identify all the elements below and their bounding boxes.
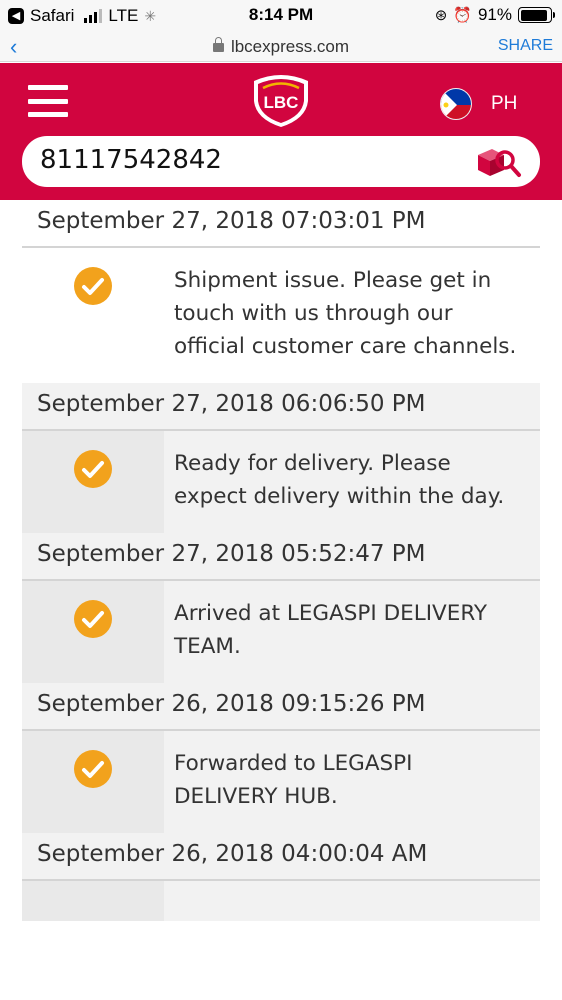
timeline-date: September 27, 2018 06:06:50 PM <box>22 383 540 431</box>
status-icon-cell <box>22 581 164 683</box>
track-package-icon[interactable] <box>474 145 522 179</box>
lbc-logo[interactable]: LBC <box>248 71 314 129</box>
timeline-entry: Ready for delivery. Please expect delive… <box>22 431 540 533</box>
timeline-entry: Shipment issue. Please get in touch with… <box>22 248 540 383</box>
status-icon-cell <box>22 248 164 383</box>
country-code[interactable]: PH <box>491 93 517 115</box>
address-bar: ‹ lbcexpress.com SHARE <box>0 32 562 62</box>
rotation-lock-icon: ⊛ <box>434 7 448 24</box>
logo-text: LBC <box>264 93 299 112</box>
timeline-status-text: Arrived at LEGASPI DELIVERY TEAM. <box>174 601 488 659</box>
timeline-status-text: Ready for delivery. Please expect delive… <box>174 451 505 509</box>
timeline-entry: Arrived at LEGASPI DELIVERY TEAM. <box>22 581 540 683</box>
url-text: lbcexpress.com <box>230 37 350 56</box>
battery-icon <box>518 7 555 23</box>
status-bar-right: ⊛ ⏰ 91% <box>434 5 555 25</box>
battery-percent: 91% <box>477 5 512 24</box>
tracking-number-input[interactable] <box>40 145 460 175</box>
timeline-date: September 26, 2018 04:00:04 AM <box>22 833 540 881</box>
check-circle-icon <box>74 600 112 638</box>
tracking-search-box <box>22 136 540 187</box>
site-header: LBC PH <box>0 63 562 200</box>
timeline-group: September 27, 2018 06:06:50 PM Ready for… <box>22 383 540 921</box>
check-circle-icon <box>74 450 112 488</box>
status-icon-cell <box>22 431 164 533</box>
timeline-date: September 27, 2018 05:52:47 PM <box>22 533 540 581</box>
tracking-timeline: September 27, 2018 07:03:01 PM Shipment … <box>22 200 540 921</box>
status-bar: ◀ Safari LTE ✳ 8:14 PM ⊛ ⏰ 91% <box>0 0 562 32</box>
timeline-status-text: Forwarded to LEGASPI DELIVERY HUB. <box>174 751 413 809</box>
padlock-icon <box>212 37 224 52</box>
share-button[interactable]: SHARE <box>498 37 553 55</box>
status-icon-cell <box>22 881 164 921</box>
timeline-entry <box>22 881 540 921</box>
timeline-status-text: Shipment issue. Please get in touch with… <box>174 268 517 359</box>
alarm-icon: ⏰ <box>453 7 472 24</box>
timeline-entry: Forwarded to LEGASPI DELIVERY HUB. <box>22 731 540 833</box>
menu-icon[interactable] <box>28 85 68 117</box>
url-field[interactable]: lbcexpress.com <box>0 37 562 57</box>
philippines-flag-icon[interactable] <box>440 88 472 120</box>
check-circle-icon <box>74 750 112 788</box>
status-icon-cell <box>22 731 164 833</box>
timeline-status-text <box>164 881 540 921</box>
timeline-date: September 27, 2018 07:03:01 PM <box>22 200 540 248</box>
check-circle-icon <box>74 267 112 305</box>
timeline-date: September 26, 2018 09:15:26 PM <box>22 683 540 731</box>
